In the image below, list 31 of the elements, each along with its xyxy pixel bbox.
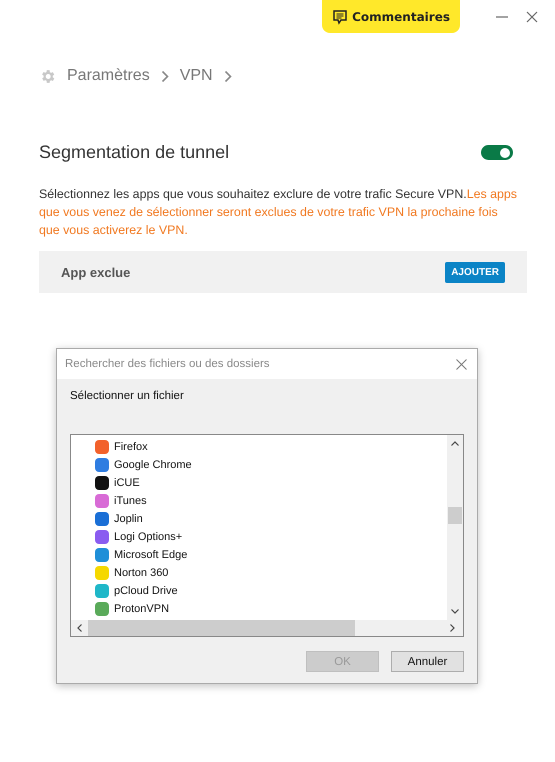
- breadcrumb-link[interactable]: VPN: [180, 67, 213, 85]
- dialog-title: Rechercher des fichiers ou des dossiers: [65, 358, 270, 370]
- chevron-icon: [160, 70, 169, 82]
- file-list-item[interactable]: Norton 360: [95, 564, 447, 582]
- minimize-icon[interactable]: [496, 16, 508, 18]
- toggle-switch[interactable]: [481, 145, 513, 160]
- file-list-item[interactable]: Joplin: [95, 510, 447, 528]
- dialog-prompt: Sélectionner un fichier: [70, 390, 185, 404]
- horizontal-scrollbar[interactable]: [71, 620, 463, 636]
- scrollbar-thumb[interactable]: [448, 507, 462, 524]
- file-list-item[interactable]: Firefox: [95, 438, 447, 456]
- dialog-button[interactable]: Annuler: [391, 651, 464, 672]
- file-list-item[interactable]: Microsoft Edge: [95, 546, 447, 564]
- file-list-item[interactable]: iCUE: [95, 474, 447, 492]
- feedback-button[interactable]: Commentaires: [322, 0, 460, 33]
- excluded-apps-label: App exclue: [61, 264, 130, 280]
- comment-icon: [332, 8, 348, 24]
- file-list-item[interactable]: Logi Options+: [95, 528, 447, 546]
- file-list-item[interactable]: pCloud Drive: [95, 582, 447, 600]
- close-icon[interactable]: [456, 358, 467, 370]
- section-title: Segmentation de tunnel: [39, 142, 230, 163]
- chevron-icon: [224, 70, 232, 82]
- breadcrumb-link[interactable]: Paramètres: [67, 67, 150, 85]
- scrollbar-thumb[interactable]: [88, 620, 355, 636]
- vertical-scrollbar[interactable]: [447, 435, 463, 620]
- description-text: Sélectionnez les apps que vous souhaitez exclure de votre trafic Secure VPN.Les apps que vous venez de sélectionner seront exclues de votre trafic VPN la prochaine fois que vous activerez le VPN.: [39, 186, 518, 239]
- add-button[interactable]: AJOUTER: [445, 262, 505, 282]
- file-list-item[interactable]: iTunes: [95, 492, 447, 510]
- file-list-item[interactable]: ProtonVPN: [95, 600, 447, 618]
- close-icon[interactable]: [526, 10, 538, 22]
- file-list-item[interactable]: Google Chrome: [95, 456, 447, 474]
